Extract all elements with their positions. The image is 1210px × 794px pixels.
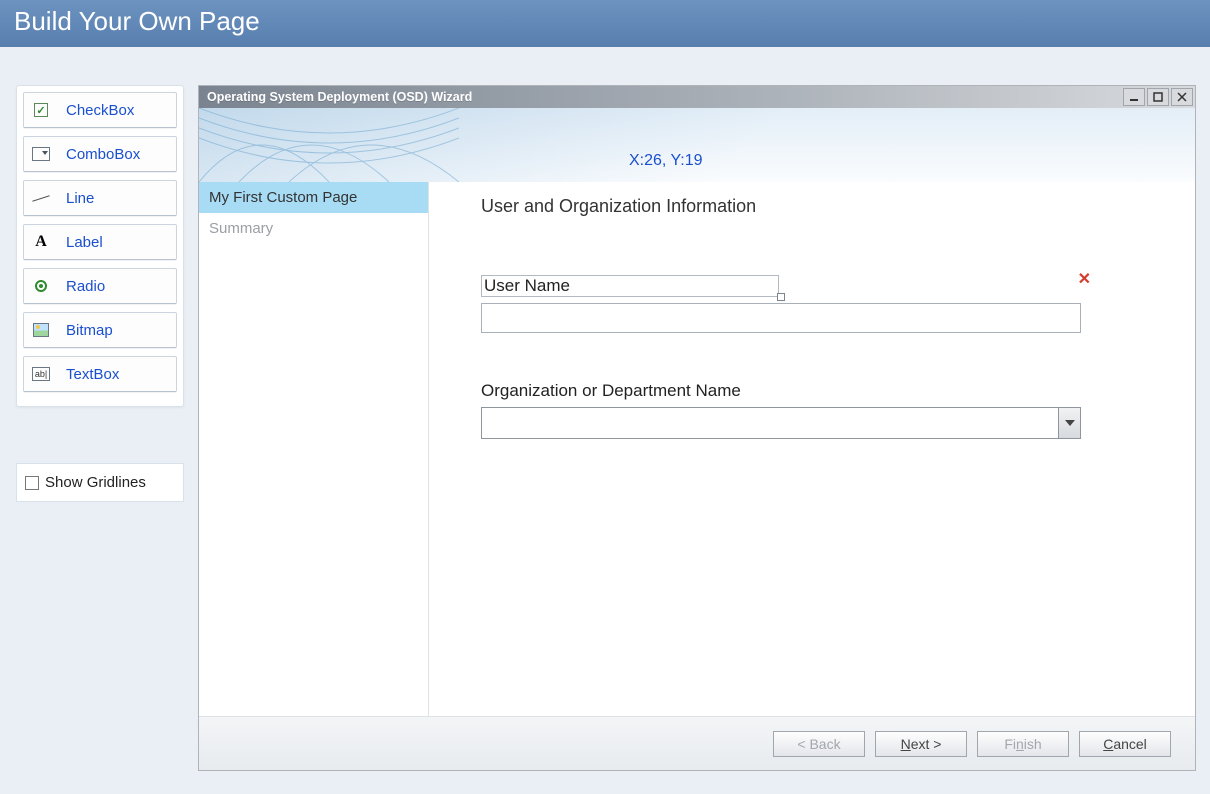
user-name-group: ✕ User Name	[481, 275, 1083, 333]
tool-label: CheckBox	[66, 102, 134, 119]
next-button-label: Next >	[901, 736, 942, 752]
next-button[interactable]: Next >	[875, 731, 967, 757]
page-header: Build Your Own Page	[0, 0, 1210, 47]
page-title: Build Your Own Page	[14, 6, 260, 36]
show-gridlines-toggle[interactable]: Show Gridlines	[16, 463, 184, 502]
tool-label: ComboBox	[66, 146, 140, 163]
banner-mesh-icon	[199, 108, 459, 182]
tool-label: TextBox	[66, 366, 119, 383]
tool-label: Radio	[66, 278, 105, 295]
close-button[interactable]	[1171, 88, 1193, 106]
tool-checkbox[interactable]: ✓ CheckBox	[23, 92, 177, 128]
wizard-banner: X:26, Y:19	[199, 108, 1195, 182]
wizard-nav: My First Custom Page Summary	[199, 182, 429, 716]
wizard-title: Operating System Deployment (OSD) Wizard	[207, 90, 472, 104]
user-name-input[interactable]	[481, 303, 1081, 333]
tool-combobox[interactable]: ComboBox	[23, 136, 177, 172]
tool-label: Label	[66, 234, 103, 251]
wizard-footer: < Back Next > Finish Cancel	[199, 716, 1195, 770]
label-icon: A	[30, 231, 52, 253]
tool-label: Line	[66, 190, 94, 207]
wizard-nav-item-summary[interactable]: Summary	[199, 213, 428, 244]
content-heading: User and Organization Information	[481, 196, 1143, 217]
radio-icon	[30, 275, 52, 297]
checkbox-icon	[25, 476, 39, 490]
minimize-button[interactable]	[1123, 88, 1145, 106]
window-controls	[1123, 88, 1193, 106]
wizard-nav-item-custom-page[interactable]: My First Custom Page	[199, 182, 428, 213]
combobox-icon	[30, 143, 52, 165]
cancel-button-label: Cancel	[1103, 736, 1147, 752]
delete-element-icon[interactable]: ✕	[1078, 269, 1091, 289]
checkbox-icon: ✓	[30, 99, 52, 121]
toolbox-panel: ✓ CheckBox ComboBox Line A Label Radio	[16, 85, 184, 407]
tool-textbox[interactable]: ab| TextBox	[23, 356, 177, 392]
chevron-down-icon	[1065, 420, 1075, 426]
tool-label[interactable]: A Label	[23, 224, 177, 260]
org-name-group: Organization or Department Name	[481, 381, 1083, 439]
textbox-icon: ab|	[30, 363, 52, 385]
show-gridlines-label: Show Gridlines	[45, 474, 146, 491]
finish-button-label: Finish	[1004, 736, 1041, 752]
wizard-content[interactable]: User and Organization Information ✕ User…	[429, 182, 1195, 716]
wizard-window: Operating System Deployment (OSD) Wizard	[198, 85, 1196, 771]
org-name-label: Organization or Department Name	[481, 381, 1083, 401]
org-name-value[interactable]	[482, 408, 1058, 438]
tool-radio[interactable]: Radio	[23, 268, 177, 304]
dropdown-button[interactable]	[1058, 408, 1080, 438]
back-button-label: < Back	[797, 736, 840, 752]
back-button[interactable]: < Back	[773, 731, 865, 757]
user-name-label[interactable]: User Name	[481, 275, 779, 297]
finish-button[interactable]: Finish	[977, 731, 1069, 757]
wizard-main: My First Custom Page Summary User and Or…	[199, 182, 1195, 716]
coordinate-readout: X:26, Y:19	[629, 152, 703, 170]
cancel-button[interactable]: Cancel	[1079, 731, 1171, 757]
line-icon	[30, 187, 52, 209]
tool-label: Bitmap	[66, 322, 113, 339]
left-column: ✓ CheckBox ComboBox Line A Label Radio	[16, 85, 184, 502]
org-name-combobox[interactable]	[481, 407, 1081, 439]
body-area: ✓ CheckBox ComboBox Line A Label Radio	[0, 47, 1210, 771]
tool-bitmap[interactable]: Bitmap	[23, 312, 177, 348]
maximize-button[interactable]	[1147, 88, 1169, 106]
bitmap-icon	[30, 319, 52, 341]
wizard-titlebar[interactable]: Operating System Deployment (OSD) Wizard	[199, 86, 1195, 108]
tool-line[interactable]: Line	[23, 180, 177, 216]
resize-handle-icon[interactable]	[777, 293, 785, 301]
